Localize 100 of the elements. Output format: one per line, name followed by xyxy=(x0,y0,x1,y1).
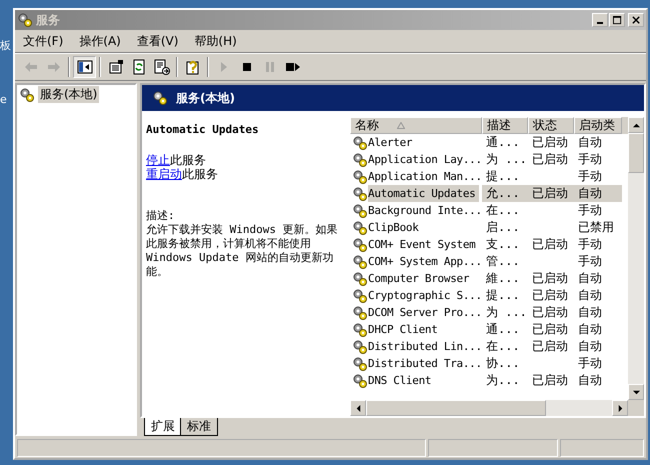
service-name: Automatic Updates xyxy=(146,123,260,137)
close-button[interactable] xyxy=(628,13,644,27)
refresh-icon xyxy=(130,59,146,75)
table-cell: 通... xyxy=(486,134,520,151)
service-name-cell[interactable]: Automatic Updates xyxy=(368,185,480,202)
table-cell: 已启动 xyxy=(532,185,568,202)
description-text: 允许下载并安装 Windows 更新。如果此服务被禁用，计算机将不能使用 Windows Update 网站的自动更新功能。 xyxy=(146,223,339,279)
service-name-cell[interactable]: DCOM Server Pro... xyxy=(368,304,482,321)
table-cell: 通... xyxy=(486,321,520,338)
table-cell: 已启动 xyxy=(532,338,568,355)
scroll-thumb[interactable] xyxy=(366,400,546,416)
table-cell: 管... xyxy=(486,253,520,270)
maximize-button[interactable] xyxy=(609,13,625,27)
service-name-cell[interactable]: Alerter xyxy=(368,134,416,151)
table-cell: 自动 xyxy=(578,304,602,321)
table-cell: 自动 xyxy=(578,134,602,151)
service-name-cell[interactable]: Computer Browser xyxy=(368,270,474,287)
table-cell: 維... xyxy=(486,270,520,287)
table-cell: 自动 xyxy=(578,287,602,304)
table-cell: 已启动 xyxy=(532,134,568,151)
table-cell: 手动 xyxy=(578,168,602,185)
service-name-cell[interactable]: COM+ System App... xyxy=(368,253,482,270)
service-name-cell[interactable]: Background Inte... xyxy=(368,202,482,219)
action-link[interactable]: 重启动 xyxy=(146,167,182,181)
close-icon xyxy=(632,16,640,24)
tree-button[interactable] xyxy=(73,56,96,78)
help-icon xyxy=(184,59,200,75)
table-cell: 允... xyxy=(486,185,520,202)
service-name-cell[interactable]: Distributed Tra... xyxy=(368,355,482,372)
column-header[interactable]: 名称 xyxy=(350,117,482,134)
pane-title: 服务(本地) xyxy=(176,90,235,106)
action-text: 此服务 xyxy=(182,167,218,181)
table-cell: 在... xyxy=(486,202,520,219)
table-cell: 已启动 xyxy=(532,321,568,338)
menu-item[interactable]: 操作(A) xyxy=(77,32,131,50)
desktop-label: e xyxy=(0,93,8,106)
gears-icon xyxy=(17,12,33,28)
service-name-cell[interactable]: COM+ Event System xyxy=(368,236,480,253)
table-cell: 手动 xyxy=(578,253,602,270)
vertical-scrollbar[interactable] xyxy=(628,117,644,400)
minimize-button[interactable] xyxy=(592,13,608,27)
table-cell: 已启动 xyxy=(532,151,568,168)
table-cell: 已启动 xyxy=(532,236,568,253)
gears-icon xyxy=(152,90,168,106)
table-cell: 自动 xyxy=(578,338,602,355)
scroll-thumb[interactable] xyxy=(628,133,644,173)
minimize-icon xyxy=(597,22,603,24)
properties-icon xyxy=(108,59,124,75)
arrow-up-icon[interactable] xyxy=(632,122,640,128)
menu-item[interactable]: 文件(F) xyxy=(21,32,74,50)
tree-icon xyxy=(76,59,92,75)
description-label: 描述: xyxy=(146,209,176,223)
gears-icon xyxy=(19,86,35,102)
arrow-right-icon[interactable] xyxy=(616,404,624,412)
service-name-cell[interactable]: Distributed Lin... xyxy=(368,338,482,355)
table-cell: 协... xyxy=(486,355,520,372)
table-cell: 手动 xyxy=(578,202,602,219)
forward-icon xyxy=(46,59,62,75)
maximize-icon xyxy=(612,16,622,24)
menu-item[interactable]: 查看(V) xyxy=(134,32,188,50)
table-cell: 启... xyxy=(486,219,520,236)
scrollbar-corner xyxy=(628,400,644,416)
export-icon xyxy=(154,59,170,75)
column-header[interactable]: 描述 xyxy=(482,117,528,134)
service-name-cell[interactable]: Application Lay... xyxy=(368,151,482,168)
window-title: 服务 xyxy=(36,12,60,28)
table-cell: 手动 xyxy=(578,236,602,253)
table-cell: 已启动 xyxy=(532,287,568,304)
table-cell: 自动 xyxy=(578,321,602,338)
table-cell: 自动 xyxy=(578,185,602,202)
table-cell: 为... xyxy=(486,372,520,389)
action-text: 此服务 xyxy=(170,153,206,167)
menu-item[interactable]: 帮助(H) xyxy=(192,32,247,50)
table-cell: 自动 xyxy=(578,372,602,389)
sort-ascending-icon xyxy=(397,122,405,129)
table-cell: 支... xyxy=(486,236,520,253)
horizontal-scrollbar[interactable] xyxy=(350,400,644,416)
arrow-down-icon[interactable] xyxy=(632,388,640,396)
table-cell: 已启动 xyxy=(532,270,568,287)
tree-item[interactable]: 服务(本地) xyxy=(38,86,100,103)
table-cell: 为 ... xyxy=(486,304,527,321)
table-cell: 提... xyxy=(486,168,520,185)
table-cell: 为 ... xyxy=(486,151,527,168)
view-tab[interactable]: 扩展 xyxy=(144,418,182,436)
table-cell: 手动 xyxy=(578,151,602,168)
action-link[interactable]: 停止 xyxy=(146,153,170,167)
arrow-left-icon[interactable] xyxy=(354,404,362,412)
service-name-cell[interactable]: Cryptographic S... xyxy=(368,287,482,304)
table-cell: 自动 xyxy=(578,270,602,287)
service-name-cell[interactable]: DNS Client xyxy=(368,372,436,389)
view-tab[interactable]: 标准 xyxy=(180,418,218,436)
service-name-cell[interactable]: DHCP Client xyxy=(368,321,442,338)
desktop-label: 板 xyxy=(0,38,12,53)
table-cell: 已禁用 xyxy=(578,219,614,236)
table-cell: 手动 xyxy=(578,355,602,372)
column-header[interactable]: 启动类 xyxy=(574,117,622,134)
column-header[interactable]: 状态 xyxy=(528,117,574,134)
table-cell: 已启动 xyxy=(532,372,568,389)
service-name-cell[interactable]: Application Man... xyxy=(368,168,482,185)
service-name-cell[interactable]: ClipBook xyxy=(368,219,423,236)
